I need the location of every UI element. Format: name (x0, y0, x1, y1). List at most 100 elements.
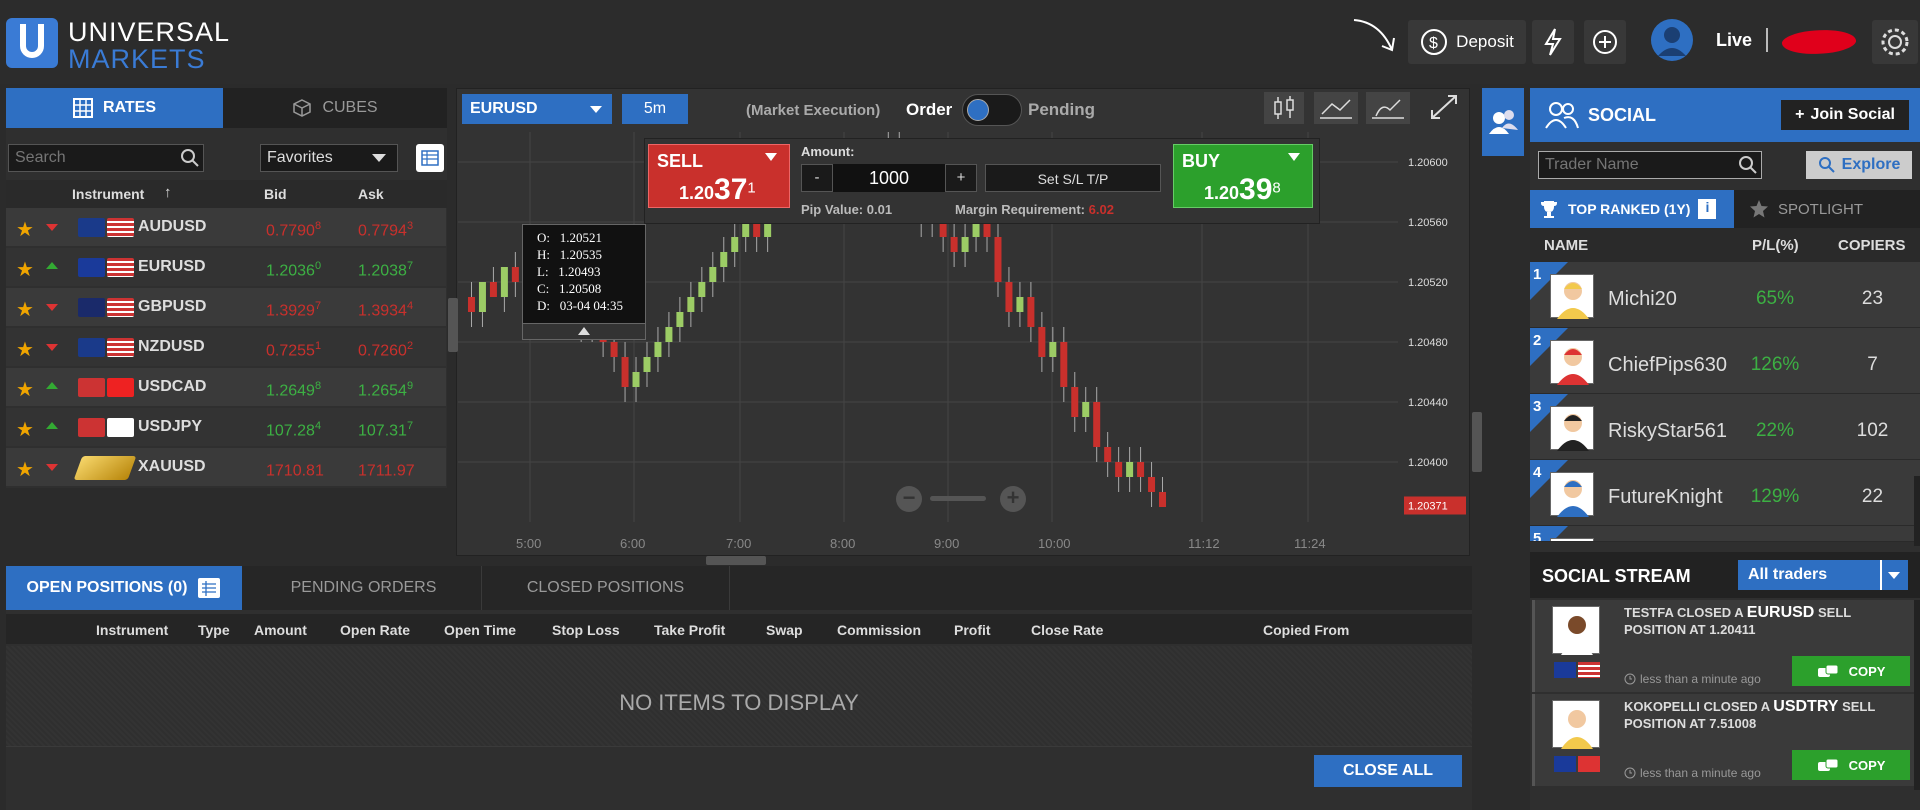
left-panel-handle[interactable] (448, 298, 458, 352)
trader-row[interactable]: 2 ChiefPips630 126% 7 (1530, 328, 1920, 394)
tab-open-positions[interactable]: OPEN POSITIONS (0) (6, 566, 242, 610)
tab-rates[interactable]: RATES (6, 88, 223, 128)
rate-row[interactable]: ★ USDJPY 107.284 107.317 (6, 408, 446, 446)
bottom-panel-handle[interactable] (706, 556, 766, 565)
social-toggle-button[interactable] (1482, 88, 1524, 156)
avatar[interactable] (1650, 18, 1694, 62)
rate-row[interactable]: ★ NZDUSD 0.72551 0.72602 (6, 328, 446, 366)
close-all-button[interactable]: CLOSE ALL (1314, 755, 1462, 787)
favorite-star-icon[interactable]: ★ (16, 417, 34, 442)
trader-name-input[interactable] (1538, 151, 1762, 179)
tab-pending-orders[interactable]: PENDING ORDERS (246, 566, 482, 610)
tab-spotlight-label: SPOTLIGHT (1778, 200, 1864, 218)
sell-button[interactable]: SELL 1.20371 (648, 144, 790, 208)
trader-avatar[interactable] (1552, 606, 1600, 655)
collapse-up-icon[interactable] (578, 327, 590, 335)
tab-top-ranked[interactable]: TOP RANKED (1Y) i (1530, 190, 1734, 228)
bid-price[interactable]: 1710.81 (266, 460, 324, 480)
trader-name[interactable]: ChiefPips630 (1608, 354, 1727, 377)
favorite-star-icon[interactable]: ★ (16, 337, 34, 362)
amount-increase-button[interactable]: + (945, 164, 977, 192)
timeframe-button[interactable]: 5m (622, 94, 688, 124)
rate-row[interactable]: ★ XAUUSD 1710.81 1711.97 (6, 448, 446, 486)
trader-row[interactable]: 3 RiskyStar561 22% 102 (1530, 394, 1920, 460)
fullscreen-button[interactable] (1426, 92, 1462, 124)
rate-row[interactable]: ★ AUDUSD 0.77908 0.77943 (6, 208, 446, 246)
trader-avatar[interactable] (1550, 406, 1594, 451)
copy-button[interactable]: COPY (1792, 656, 1910, 686)
join-social-button[interactable]: + Join Social (1781, 100, 1909, 130)
drawing-tools-button[interactable] (1366, 92, 1410, 124)
trader-avatar[interactable] (1552, 700, 1600, 749)
favorite-star-icon[interactable]: ★ (16, 217, 34, 242)
stream-item[interactable]: TESTFA CLOSED A EURUSD SELL POSITION AT … (1532, 600, 1916, 692)
amount-decrease-button[interactable]: - (801, 164, 833, 192)
settings-button[interactable] (1872, 20, 1918, 64)
trader-avatar[interactable] (1550, 472, 1594, 517)
bid-price[interactable]: 0.77908 (266, 220, 321, 240)
search-input[interactable] (8, 144, 204, 172)
tab-closed-positions[interactable]: CLOSED POSITIONS (482, 566, 730, 610)
bid-price[interactable]: 1.20360 (266, 260, 321, 280)
x-tick-label: 7:00 (726, 536, 751, 551)
col-instrument[interactable]: Instrument (72, 186, 144, 202)
deposit-button[interactable]: $ Deposit (1408, 20, 1526, 64)
stream-scrollbar[interactable] (1914, 600, 1920, 790)
flag-usd-icon (107, 218, 134, 237)
bid-price[interactable]: 107.284 (266, 420, 321, 440)
traders-scrollbar[interactable] (1914, 476, 1920, 546)
ask-price[interactable]: 1.39344 (358, 300, 413, 320)
favorite-star-icon[interactable]: ★ (16, 257, 34, 282)
ask-price[interactable]: 1.26549 (358, 380, 413, 400)
set-sl-tp-button[interactable]: Set S/L T/P (985, 164, 1161, 192)
info-icon[interactable]: i (1698, 199, 1717, 219)
rate-row[interactable]: ★ GBPUSD 1.39297 1.39344 (6, 288, 446, 326)
list-view-button[interactable] (416, 144, 444, 172)
trader-name[interactable]: Michi20 (1608, 288, 1677, 311)
trader-row[interactable]: 5 (1530, 526, 1920, 542)
zoom-slider[interactable] (930, 496, 986, 501)
order-pending-toggle[interactable] (962, 94, 1022, 126)
zoom-out-button[interactable]: − (896, 486, 922, 512)
indicators-button[interactable] (1314, 92, 1358, 124)
bid-price[interactable]: 0.72551 (266, 340, 321, 360)
stream-item[interactable]: KOKOPELLI CLOSED A USDTRY SELL POSITION … (1532, 694, 1916, 786)
trader-avatar[interactable] (1550, 274, 1594, 319)
add-button[interactable] (1584, 20, 1626, 64)
ask-price[interactable]: 1.20387 (358, 260, 413, 280)
ask-price[interactable]: 107.317 (358, 420, 413, 440)
tab-spotlight[interactable]: SPOTLIGHT (1734, 190, 1920, 228)
lightning-button[interactable] (1532, 20, 1574, 64)
ask-price[interactable]: 1711.97 (358, 460, 415, 480)
amount-input[interactable]: 1000 (833, 164, 945, 192)
buy-button[interactable]: BUY 1.20398 (1173, 144, 1313, 208)
favorite-star-icon[interactable]: ★ (16, 457, 34, 482)
stream-filter-select[interactable]: All traders (1738, 560, 1908, 590)
trader-avatar[interactable] (1550, 340, 1594, 385)
account-mode[interactable]: Live (1716, 30, 1752, 51)
rate-row[interactable]: ★ EURUSD 1.20360 1.20387 (6, 248, 446, 286)
trader-row[interactable]: 4 FutureKnight 129% 22 (1530, 460, 1920, 526)
zoom-in-button[interactable]: + (1000, 486, 1026, 512)
bid-price[interactable]: 1.26498 (266, 380, 321, 400)
trader-avatar[interactable] (1550, 538, 1594, 541)
search-icon[interactable] (180, 148, 200, 168)
rate-row[interactable]: ★ USDCAD 1.26498 1.26549 (6, 368, 446, 406)
bid-price[interactable]: 1.39297 (266, 300, 321, 320)
copy-button[interactable]: COPY (1792, 750, 1910, 780)
order-label[interactable]: Order (906, 100, 952, 120)
trader-name[interactable]: FutureKnight (1608, 486, 1723, 509)
favorite-star-icon[interactable]: ★ (16, 297, 34, 322)
tab-cubes[interactable]: CUBES (223, 88, 447, 128)
candles-type-button[interactable] (1264, 92, 1304, 124)
trader-row[interactable]: 1 Michi20 65% 23 (1530, 262, 1920, 328)
right-panel-handle[interactable] (1472, 412, 1482, 472)
favorite-star-icon[interactable]: ★ (16, 377, 34, 402)
search-icon[interactable] (1738, 155, 1758, 175)
ask-price[interactable]: 0.72602 (358, 340, 413, 360)
symbol-select[interactable]: EURUSD (462, 94, 612, 124)
explore-button[interactable]: Explore (1806, 151, 1912, 179)
pending-label[interactable]: Pending (1028, 100, 1095, 120)
ask-price[interactable]: 0.77943 (358, 220, 413, 240)
trader-name[interactable]: RiskyStar561 (1608, 420, 1727, 443)
